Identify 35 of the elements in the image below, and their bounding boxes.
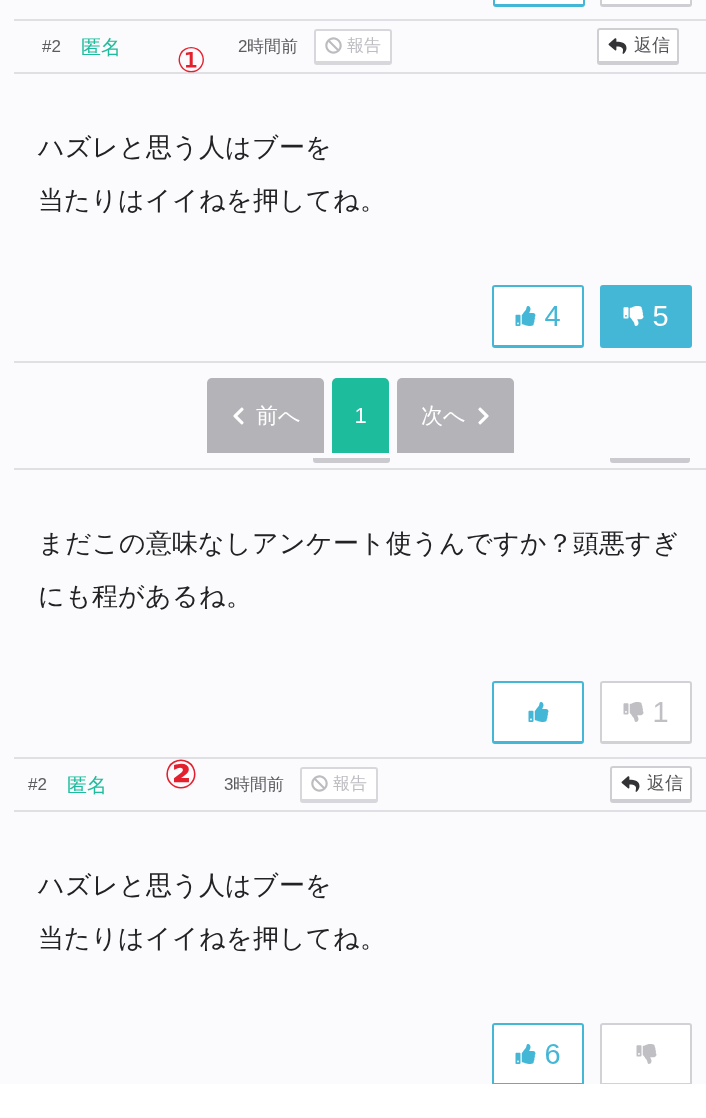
thumbs-down-icon <box>623 306 645 326</box>
thumbs-up-icon <box>515 1044 537 1064</box>
dislike-button[interactable] <box>600 1023 692 1084</box>
ban-icon <box>311 775 329 792</box>
reply-icon <box>619 774 641 793</box>
chevron-right-icon <box>475 405 491 426</box>
post-time: 2時間前 <box>238 35 299 58</box>
comment-text: まだこの意味なしアンケート使うんですか？頭悪すぎにも程があるね。 <box>38 527 680 613</box>
vote-button[interactable] <box>600 0 692 7</box>
like-button[interactable]: 4 <box>492 285 584 348</box>
comment-number: #2 <box>28 773 47 796</box>
thumbs-down-icon <box>635 1044 657 1064</box>
annotation-number: ② <box>164 754 198 794</box>
comment-text: ハズレと思う人はブーを <box>38 131 333 164</box>
page-button[interactable]: 1 <box>332 378 389 453</box>
thumbs-down-icon <box>623 702 645 722</box>
author-name[interactable]: 匿名 <box>66 769 107 800</box>
comment-text: 当たりはイイねを押してね。 <box>38 184 387 217</box>
like-button[interactable] <box>492 681 584 744</box>
comment-number: #2 <box>42 35 61 58</box>
thumbs-up-icon <box>515 306 537 326</box>
reply-button[interactable]: 返信 <box>597 28 679 65</box>
post-time: 3時間前 <box>224 773 285 796</box>
vote-button[interactable] <box>493 0 585 7</box>
reply-button[interactable]: 返信 <box>610 766 692 803</box>
reply-icon <box>606 36 628 55</box>
comment-text: 当たりはイイねを押してね。 <box>38 922 387 955</box>
thumbs-up-icon <box>527 702 549 722</box>
annotation-number: ① <box>176 43 207 77</box>
comment-text: ハズレと思う人はブーを <box>38 869 333 902</box>
dislike-button[interactable]: 5 <box>600 285 692 348</box>
like-button[interactable]: 6 <box>492 1023 584 1084</box>
dislike-button[interactable]: 1 <box>600 681 692 744</box>
ban-icon <box>325 37 343 54</box>
author-name[interactable]: 匿名 <box>80 31 121 62</box>
